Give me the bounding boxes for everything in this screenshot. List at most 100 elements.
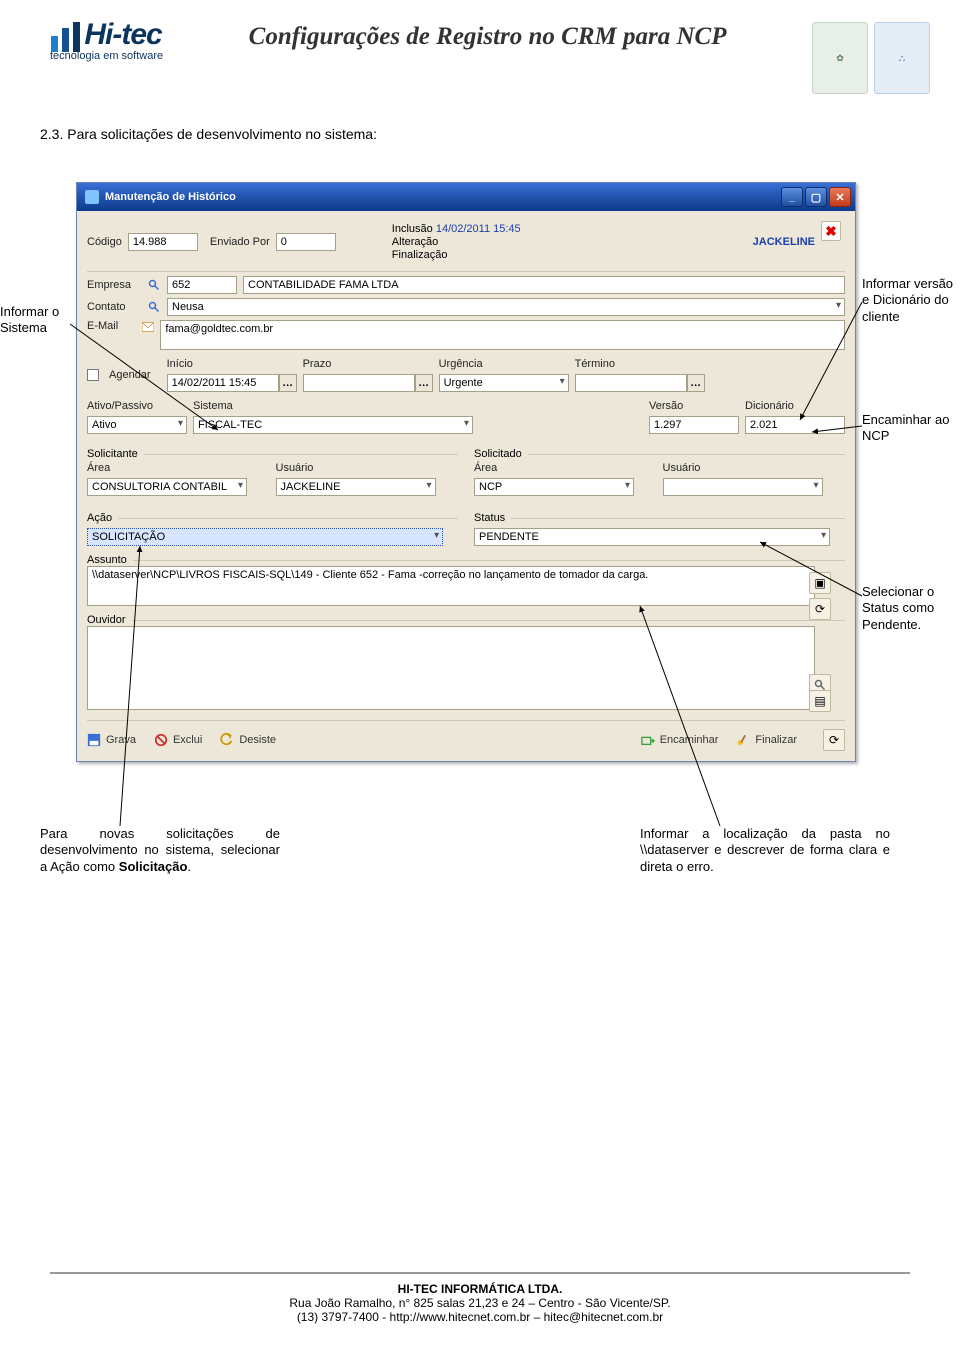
badge-green-icon: ✿ [812,22,868,94]
app-icon [85,190,99,204]
maximize-button[interactable]: ▢ [805,187,827,207]
dicionario-input[interactable]: 2.021 [745,416,845,434]
sistema-select[interactable]: FISCAL-TEC [193,416,473,434]
inclusao-value: 14/02/2011 15:45 [436,223,521,235]
assunto-legend: Assunto [87,554,127,566]
clear-form-button[interactable]: ✖ [821,221,841,241]
assunto-textarea[interactable]: \\dataserver\NCP\LIVROS FISCAIS-SQL\149 … [87,566,815,606]
logo: Hi-tec tecnologia em software [50,18,163,62]
inicio-picker-button[interactable]: … [279,374,297,392]
alteracao-label: Alteração [392,236,521,248]
enviado-por-value: 0 [276,233,336,251]
usuario2-label: Usuário [663,462,701,474]
callout-acao: Para novas solicitações de desenvolvimen… [40,826,280,875]
acao-legend: Ação [87,512,112,524]
codigo-value: 14.988 [128,233,198,251]
mail-icon[interactable] [142,320,155,334]
page-header: Hi-tec tecnologia em software Configuraç… [0,0,960,102]
ativo-select[interactable]: Ativo [87,416,187,434]
callout-encaminhar: Encaminhar ao NCP [862,412,956,445]
ouvidor-extra-button[interactable]: ▤ [809,690,831,712]
exclui-button[interactable]: Exclui [154,733,202,747]
sistema-label: Sistema [193,400,233,412]
usuario2-select[interactable] [663,478,823,496]
badge-blue-icon: ⛬ [874,22,930,94]
grava-button[interactable]: Grava [87,733,136,747]
lookup-contato-icon[interactable] [147,300,161,314]
button-label: Encaminhar [660,734,719,746]
agendar-label: Agendar [109,369,151,381]
button-label: Exclui [173,734,202,746]
inicio-input[interactable]: 14/02/2011 15:45 [167,374,279,392]
ouvidor-textarea[interactable] [87,626,815,710]
callout-informar-sistema: Informar o Sistema [0,304,72,337]
area1-select[interactable]: CONSULTORIA CONTABIL [87,478,247,496]
assunto-side-button-1[interactable]: ▣ [809,572,831,594]
footer-address: Rua João Ramalho, n° 825 salas 21,23 e 2… [50,1296,910,1310]
lookup-empresa-icon[interactable] [147,278,161,292]
button-label: Grava [106,734,136,746]
button-label: Desiste [239,734,276,746]
email-textarea[interactable]: fama@goldtec.com.br [160,320,845,350]
toolbar-extra-button[interactable]: ⟳ [823,729,845,751]
status-select[interactable]: PENDENTE [474,528,830,546]
button-label: Finalizar [755,734,797,746]
logo-subtitle: tecnologia em software [50,50,163,62]
prazo-picker-button[interactable]: … [415,374,433,392]
empresa-code-input[interactable]: 652 [167,276,237,294]
acao-select[interactable]: SOLICITAÇÃO [87,528,443,546]
toolbar: Grava Exclui Desiste Encaminhar Finaliza… [87,720,845,751]
solicitante-legend: Solicitante [87,448,138,460]
callout-status: Selecionar o Status como Pendente. [862,584,956,633]
header-badges: ✿ ⛬ [812,18,930,94]
finalizacao-label: Finalização [392,249,521,261]
termino-label: Término [575,358,615,370]
ativo-label: Ativo/Passivo [87,400,153,412]
header-fields: Código 14.988 Enviado Por 0 Inclusão 14/… [87,217,845,272]
contato-label: Contato [87,301,141,313]
inicio-label: Início [167,358,193,370]
area2-label: Área [474,462,497,474]
termino-input[interactable] [575,374,687,392]
document-title: Configurações de Registro no CRM para NC… [193,22,782,52]
callout-versao-dicionario: Informar versão e Dicionário do cliente [862,276,956,325]
app-window: Manutenção de Histórico _ ▢ ✕ Código 14.… [76,182,856,762]
logo-bar-icon [62,28,69,52]
footer-contact: (13) 3797-7400 - http://www.hitecnet.com… [50,1310,910,1324]
dicionario-label: Dicionário [745,400,794,412]
usuario1-select[interactable]: JACKELINE [276,478,436,496]
footer-company: HI-TEC INFORMÁTICA LTDA. [50,1282,910,1296]
area2-select[interactable]: NCP [474,478,634,496]
window-titlebar[interactable]: Manutenção de Histórico _ ▢ ✕ [77,183,855,211]
user-top: JACKELINE [753,236,815,248]
usuario1-label: Usuário [276,462,314,474]
prazo-label: Prazo [303,358,332,370]
callout-localizacao: Informar a localização da pasta no \\dat… [640,826,890,875]
ouvidor-legend: Ouvidor [87,614,126,626]
logo-bar-icon [73,22,80,52]
termino-picker-button[interactable]: … [687,374,705,392]
contato-select[interactable]: Neusa [167,298,845,316]
agendar-checkbox[interactable] [87,369,99,381]
versao-input[interactable]: 1.297 [649,416,739,434]
desiste-button[interactable]: Desiste [220,733,276,747]
urgencia-label: Urgência [439,358,483,370]
encaminhar-button[interactable]: Encaminhar [641,733,719,747]
urgencia-select[interactable]: Urgente [439,374,569,392]
email-label: E-Mail [87,320,136,332]
page-footer: HI-TEC INFORMÁTICA LTDA. Rua João Ramalh… [50,1272,910,1324]
logo-text: Hi-tec [84,18,161,52]
close-button[interactable]: ✕ [829,187,851,207]
status-legend: Status [474,512,505,524]
minimize-button[interactable]: _ [781,187,803,207]
empresa-label: Empresa [87,279,141,291]
codigo-label: Código [87,236,122,248]
empresa-name-input[interactable]: CONTABILIDADE FAMA LTDA [243,276,845,294]
enviado-por-label: Enviado Por [210,236,270,248]
prazo-input[interactable] [303,374,415,392]
section-heading: 2.3. Para solicitações de desenvolviment… [0,102,960,152]
versao-label: Versão [649,400,683,412]
finalizar-button[interactable]: Finalizar [736,733,797,747]
window-title: Manutenção de Histórico [105,191,236,203]
timestamps-block: Inclusão 14/02/2011 15:45 Alteração Fina… [392,223,521,261]
